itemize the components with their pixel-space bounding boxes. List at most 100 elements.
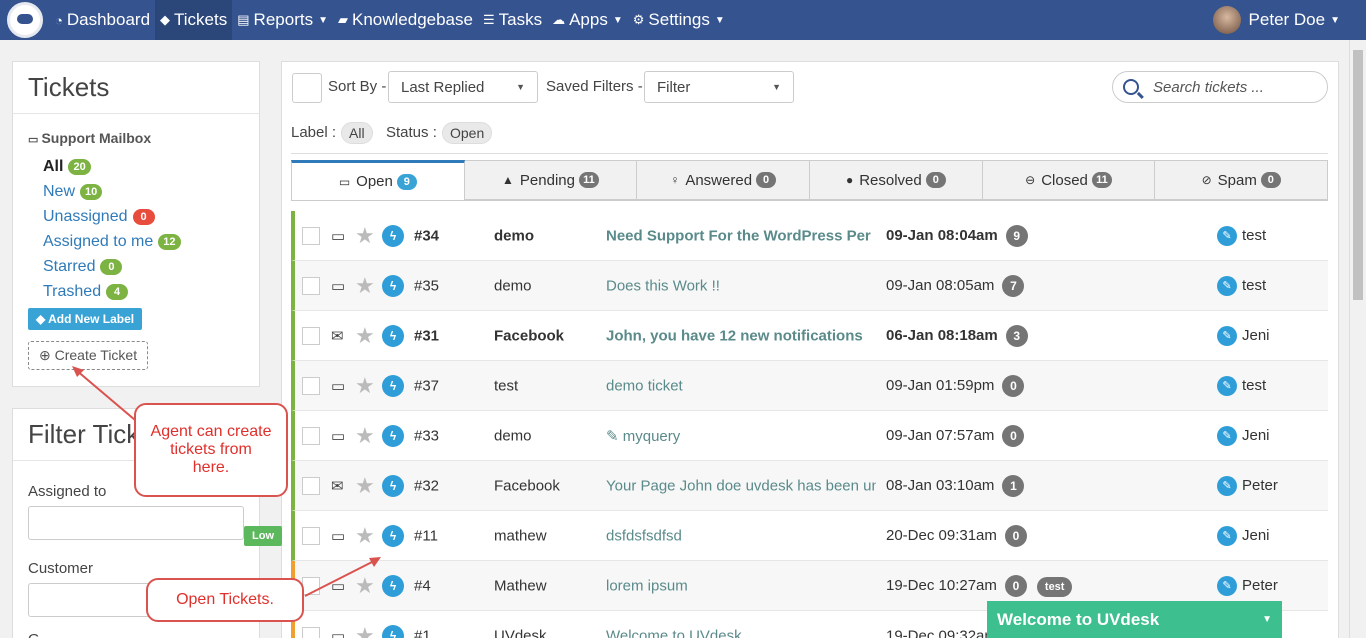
nav-reports[interactable]: ▤ Reports ▼ — [232, 0, 333, 40]
ticket-subject[interactable]: John, you have 12 new notifications — [606, 327, 876, 344]
bolt-icon[interactable]: ϟ — [382, 474, 404, 497]
ticket-agent[interactable]: ✎ test — [1217, 275, 1266, 296]
chevron-down-icon[interactable]: ▼ — [1262, 614, 1272, 625]
ticket-subject[interactable]: dsfdsfsdfsd — [606, 527, 876, 544]
ticket-subject[interactable]: Does this Work !! — [606, 277, 876, 294]
bolt-icon[interactable]: ϟ — [382, 424, 404, 447]
table-row[interactable]: ✉ ★ ϟ #31 Facebook John, you have 12 new… — [291, 311, 1328, 361]
tab-pending[interactable]: ▲ Pending 11 — [464, 160, 638, 200]
ticket-subject[interactable]: Your Page John doe uvdesk has been un — [606, 477, 876, 494]
ticket-agent[interactable]: ✎ Jeni — [1217, 325, 1270, 346]
scrollbar-thumb[interactable] — [1353, 50, 1363, 300]
ticket-id[interactable]: #33 — [414, 427, 439, 444]
ticket-customer[interactable]: test — [494, 377, 518, 394]
table-row[interactable]: ▭ ★ ϟ #33 demo ✎ myquery 09-Jan 07:57am 0… — [291, 411, 1328, 461]
ticket-subject[interactable]: Need Support For the WordPress Per Pl — [606, 227, 876, 244]
nav-dashboard[interactable]: ◔ Dashboard — [50, 0, 155, 40]
ticket-agent[interactable]: ✎ Jeni — [1217, 425, 1270, 446]
assigned-to-input[interactable] — [28, 506, 244, 540]
star-icon[interactable]: ★ — [355, 373, 375, 399]
uvdesk-logo[interactable] — [0, 0, 50, 40]
star-icon[interactable]: ★ — [355, 623, 375, 638]
ticket-agent[interactable]: ✎ test — [1217, 225, 1266, 246]
ticket-customer[interactable]: Mathew — [494, 577, 547, 594]
nav-settings[interactable]: ⚙ Settings ▼ — [628, 0, 730, 40]
row-checkbox[interactable] — [302, 426, 320, 445]
sidebar-item-all[interactable]: All 20 — [43, 154, 259, 179]
table-row[interactable]: ▭ ★ ϟ #11 mathew dsfdsfsdfsd 20-Dec 09:3… — [291, 511, 1328, 561]
select-all-checkbox[interactable] — [292, 73, 322, 103]
row-checkbox[interactable] — [302, 326, 320, 345]
ticket-customer[interactable]: Facebook — [494, 327, 564, 344]
star-icon[interactable]: ★ — [355, 423, 375, 449]
sidebar-item-new[interactable]: New 10 — [43, 179, 259, 204]
ticket-id[interactable]: #37 — [414, 377, 439, 394]
ticket-agent[interactable]: ✎ test — [1217, 375, 1266, 396]
ticket-customer[interactable]: demo — [494, 227, 534, 244]
ticket-id[interactable]: #11 — [414, 527, 438, 544]
tab-open[interactable]: ▭ Open 9 — [291, 160, 465, 200]
nav-apps[interactable]: ☁ Apps ▼ — [547, 0, 628, 40]
mailbox-label[interactable]: ▭ Support Mailbox — [28, 130, 259, 146]
nav-knowledgebase[interactable]: ▰ Knowledgebase — [333, 0, 478, 40]
bolt-icon[interactable]: ϟ — [382, 324, 404, 347]
row-checkbox[interactable] — [302, 576, 320, 595]
bolt-icon[interactable]: ϟ — [382, 524, 404, 547]
tab-answered[interactable]: ♀ Answered 0 — [637, 160, 811, 200]
ticket-agent[interactable]: ✎ Jeni — [1217, 525, 1270, 546]
row-checkbox[interactable] — [302, 526, 320, 545]
row-checkbox[interactable] — [302, 476, 320, 495]
welcome-chat-widget[interactable]: Welcome to UVdesk ▼ — [987, 601, 1282, 638]
ticket-subject[interactable]: lorem ipsum — [606, 577, 876, 594]
tab-spam[interactable]: ⊘ Spam 0 — [1155, 160, 1329, 200]
sidebar-item-starred[interactable]: Starred 0 — [43, 254, 259, 279]
table-row[interactable]: ▭ ★ ϟ #34 demo Need Support For the Word… — [291, 211, 1328, 261]
row-checkbox[interactable] — [302, 376, 320, 395]
page-scrollbar[interactable] — [1349, 40, 1366, 638]
create-ticket-button[interactable]: ⊕ Create Ticket — [28, 341, 149, 370]
ticket-subject[interactable]: demo ticket — [606, 377, 876, 394]
star-icon[interactable]: ★ — [355, 523, 375, 549]
row-checkbox[interactable] — [302, 626, 320, 638]
ticket-agent[interactable]: ✎ Peter — [1217, 475, 1278, 496]
ticket-id[interactable]: #35 — [414, 277, 439, 294]
ticket-customer[interactable]: demo — [494, 427, 532, 444]
table-row[interactable]: ✉ ★ ϟ #32 Facebook Your Page John doe uv… — [291, 461, 1328, 511]
ticket-tag[interactable]: test — [1036, 576, 1073, 597]
star-icon[interactable]: ★ — [355, 223, 375, 249]
add-new-label-button[interactable]: ◆ Add New Label — [28, 308, 143, 330]
bolt-icon[interactable]: ϟ — [382, 224, 404, 247]
ticket-id[interactable]: #31 — [414, 327, 439, 344]
ticket-id[interactable]: #1 — [414, 627, 431, 638]
ticket-customer[interactable]: Facebook — [494, 477, 560, 494]
ticket-customer[interactable]: demo — [494, 277, 532, 294]
star-icon[interactable]: ★ — [355, 273, 375, 299]
sidebar-item-assigned-to-me[interactable]: Assigned to me 12 — [43, 229, 259, 254]
status-filter-pill[interactable]: Open — [442, 122, 493, 144]
table-row[interactable]: ▭ ★ ϟ #35 demo Does this Work !! 09-Jan … — [291, 261, 1328, 311]
user-menu[interactable]: Peter Doe ▼ — [1212, 0, 1340, 40]
star-icon[interactable]: ★ — [355, 323, 375, 349]
bolt-icon[interactable]: ϟ — [382, 574, 404, 597]
tab-resolved[interactable]: ● Resolved 0 — [810, 160, 983, 200]
label-filter-pill[interactable]: All — [341, 122, 373, 144]
ticket-customer[interactable]: UVdesk — [494, 627, 547, 638]
saved-filters-select[interactable]: Filter ▼ — [644, 71, 794, 103]
row-checkbox[interactable] — [302, 226, 320, 245]
bolt-icon[interactable]: ϟ — [382, 374, 404, 397]
star-icon[interactable]: ★ — [355, 573, 375, 599]
search-tickets-input[interactable]: Search tickets ... — [1112, 71, 1328, 103]
nav-tasks[interactable]: ☰ Tasks — [478, 0, 547, 40]
sidebar-item-trashed[interactable]: Trashed 4 — [43, 279, 259, 304]
table-row[interactable]: ▭ ★ ϟ #37 test demo ticket 09-Jan 01:59p… — [291, 361, 1328, 411]
nav-tickets[interactable]: ◆ Tickets — [155, 0, 233, 40]
ticket-subject[interactable]: Welcome to UVdesk — [606, 627, 876, 638]
ticket-id[interactable]: #32 — [414, 477, 439, 494]
sort-by-select[interactable]: Last Replied ▼ — [388, 71, 538, 103]
bolt-icon[interactable]: ϟ — [382, 274, 404, 297]
row-checkbox[interactable] — [302, 276, 320, 295]
bolt-icon[interactable]: ϟ — [382, 624, 404, 638]
tab-closed[interactable]: ⊖ Closed 11 — [982, 160, 1156, 200]
star-icon[interactable]: ★ — [355, 473, 375, 499]
ticket-id[interactable]: #4 — [414, 577, 431, 594]
